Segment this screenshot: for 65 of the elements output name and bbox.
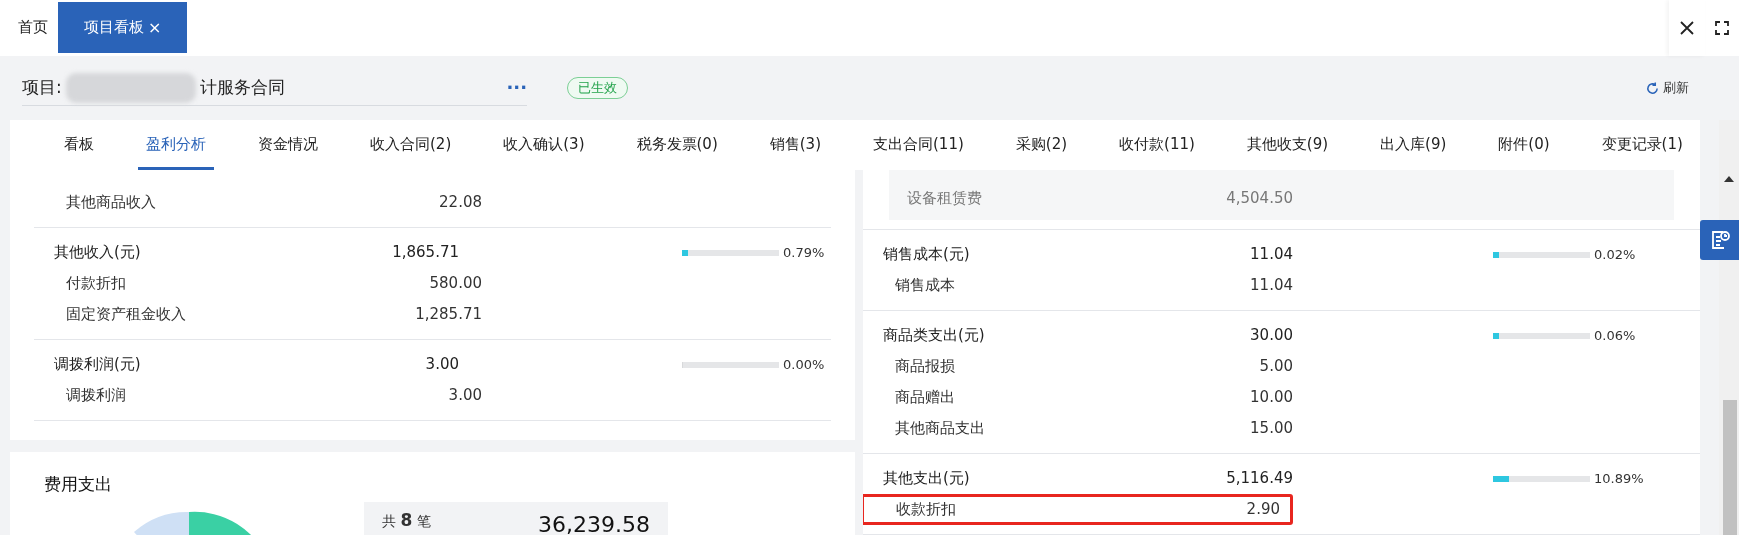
page-tab[interactable]: 首页 bbox=[8, 2, 58, 53]
tab[interactable]: 收付款(11) bbox=[1111, 122, 1203, 170]
percent-text: 10.89% bbox=[1594, 469, 1642, 488]
close-icon[interactable]: × bbox=[148, 15, 162, 40]
item-label: 其他商品收入 bbox=[65, 192, 157, 214]
item-amount: 10.00 bbox=[1249, 387, 1293, 409]
status-badge: 已生效 bbox=[567, 77, 628, 99]
item-amount: 22.08 bbox=[438, 192, 482, 214]
note-button[interactable] bbox=[1700, 220, 1739, 260]
percent-text: 0.00% bbox=[783, 355, 826, 374]
item-label: 其他商品支出 bbox=[894, 418, 986, 440]
close-icon[interactable] bbox=[1680, 21, 1694, 35]
page-tab[interactable]: 项目看板 × bbox=[58, 2, 188, 53]
count-text: 共 8 笔 bbox=[382, 509, 431, 532]
group-amount: 3.00 bbox=[424, 354, 459, 376]
project-label: 项目: bbox=[22, 75, 62, 99]
item-label: 商品赠出 bbox=[894, 387, 956, 409]
percent-text: 0.06% bbox=[1594, 326, 1637, 345]
group-label: 其他收入(元) bbox=[53, 242, 142, 264]
tab[interactable]: 资金情况 bbox=[250, 122, 326, 170]
tab[interactable]: 出入库(9) bbox=[1372, 122, 1455, 170]
item-label: 收款折扣 bbox=[895, 499, 957, 521]
group-label: 其他支出(元) bbox=[882, 468, 971, 490]
tab[interactable]: 支出合同(11) bbox=[865, 122, 972, 170]
item-amount: 4,504.50 bbox=[1225, 188, 1293, 210]
item-label: 销售成本 bbox=[894, 275, 956, 297]
group-label: 商品类支出(元) bbox=[882, 325, 986, 347]
scroll-up-icon[interactable] bbox=[1724, 176, 1734, 182]
item-amount: 3.00 bbox=[447, 385, 482, 407]
tab[interactable]: 采购(2) bbox=[1007, 122, 1076, 170]
fullscreen-icon[interactable] bbox=[1715, 21, 1729, 35]
scrollbar-thumb[interactable] bbox=[1723, 400, 1737, 535]
group-label: 销售成本(元) bbox=[882, 244, 971, 266]
item-amount: 580.00 bbox=[428, 273, 482, 295]
tab[interactable]: 销售(3) bbox=[761, 122, 829, 170]
total-amount: 36,239.58 bbox=[538, 511, 650, 535]
tab[interactable]: 收入合同(2) bbox=[362, 122, 460, 170]
item-label: 商品报损 bbox=[894, 356, 956, 378]
item-amount: 1,285.71 bbox=[414, 304, 482, 326]
tab[interactable]: 看板 bbox=[56, 122, 102, 170]
tab[interactable]: 税务发票(0) bbox=[628, 122, 726, 170]
item-amount: 15.00 bbox=[1249, 418, 1293, 440]
tab[interactable]: 收入确认(3) bbox=[495, 122, 593, 170]
tab[interactable]: 其他收支(9) bbox=[1238, 122, 1337, 170]
item-label: 固定资产租金收入 bbox=[65, 304, 187, 326]
project-name: 计服务合同 bbox=[199, 75, 285, 99]
item-amount: 2.90 bbox=[1245, 499, 1280, 521]
refresh-icon bbox=[1646, 81, 1659, 95]
tab[interactable]: 变更记录(1) bbox=[1593, 122, 1691, 170]
group-amount: 1,865.71 bbox=[391, 242, 459, 264]
item-amount: 5.00 bbox=[1258, 356, 1293, 378]
percent-text: 0.79% bbox=[783, 243, 826, 262]
tab[interactable]: 附件(0) bbox=[1490, 122, 1558, 170]
item-label: 付款折扣 bbox=[65, 273, 127, 295]
section-title: 费用支出 bbox=[43, 473, 113, 496]
item-amount: 11.04 bbox=[1249, 275, 1293, 297]
group-amount: 5,116.49 bbox=[1225, 468, 1293, 490]
item-label: 设备租赁费 bbox=[906, 188, 983, 210]
group-amount: 11.04 bbox=[1249, 244, 1293, 266]
percent-text: 0.02% bbox=[1594, 245, 1637, 264]
item-label: 调拨利润 bbox=[65, 385, 127, 407]
refresh-button[interactable]: 刷新 bbox=[1646, 78, 1689, 98]
group-label: 调拨利润(元) bbox=[53, 354, 142, 376]
group-amount: 30.00 bbox=[1249, 325, 1293, 347]
more-button[interactable]: ··· bbox=[506, 74, 527, 101]
